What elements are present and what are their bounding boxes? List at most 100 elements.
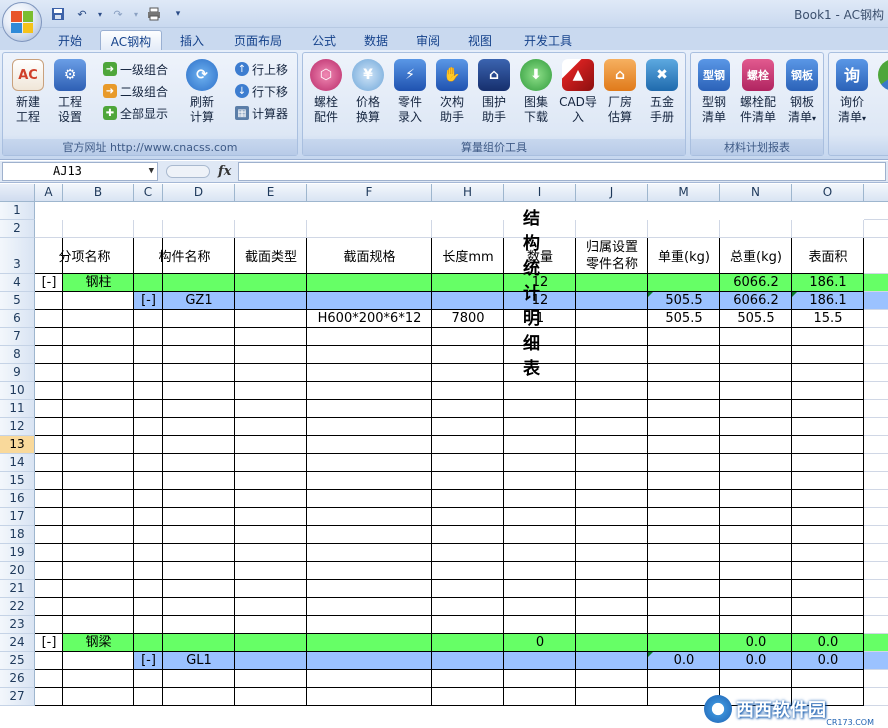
cell[interactable]	[792, 598, 864, 616]
cell[interactable]	[864, 400, 888, 418]
cell[interactable]	[63, 598, 134, 616]
cell[interactable]	[307, 670, 432, 688]
cell[interactable]	[307, 328, 432, 346]
cell[interactable]	[720, 670, 792, 688]
cell[interactable]	[235, 220, 307, 238]
row-header-1[interactable]: 1	[0, 202, 35, 220]
cell[interactable]	[134, 616, 163, 634]
column-header-A[interactable]: A	[35, 184, 63, 202]
cell[interactable]	[576, 274, 648, 292]
column-header-M[interactable]: M	[648, 184, 720, 202]
cell[interactable]	[134, 598, 163, 616]
cell[interactable]	[163, 508, 235, 526]
print-icon[interactable]	[144, 5, 164, 23]
cell[interactable]	[134, 436, 163, 454]
cell[interactable]	[720, 490, 792, 508]
row-header-27[interactable]: 27	[0, 688, 35, 706]
cell[interactable]	[307, 400, 432, 418]
cell[interactable]	[864, 472, 888, 490]
cell[interactable]	[648, 490, 720, 508]
select-all-corner[interactable]	[0, 184, 35, 202]
cell[interactable]	[63, 670, 134, 688]
cell[interactable]	[864, 616, 888, 634]
cell[interactable]	[864, 544, 888, 562]
cell[interactable]	[864, 292, 888, 310]
cell[interactable]	[504, 490, 576, 508]
cell[interactable]	[235, 292, 307, 310]
cell[interactable]	[504, 508, 576, 526]
column-header-F[interactable]: F	[307, 184, 432, 202]
cell[interactable]	[504, 688, 576, 706]
cell[interactable]	[720, 598, 792, 616]
cell[interactable]	[576, 652, 648, 670]
cell[interactable]	[235, 418, 307, 436]
calculator-button[interactable]: ▦ 计算器	[235, 103, 288, 123]
cell[interactable]	[432, 436, 504, 454]
cell[interactable]	[432, 616, 504, 634]
cell[interactable]	[864, 526, 888, 544]
cell[interactable]	[63, 364, 134, 382]
column-header-C[interactable]: C	[134, 184, 163, 202]
cell[interactable]	[648, 598, 720, 616]
cell[interactable]	[864, 346, 888, 364]
new-project-button[interactable]: AC 新建 工程	[7, 59, 49, 125]
cell[interactable]	[648, 418, 720, 436]
inquiry-list-button[interactable]: 询 询价 清单▾	[831, 59, 873, 126]
cell[interactable]	[432, 292, 504, 310]
cell[interactable]	[307, 598, 432, 616]
cell[interactable]	[35, 562, 63, 580]
cell[interactable]	[432, 634, 504, 652]
cell[interactable]	[235, 310, 307, 328]
cell[interactable]	[792, 472, 864, 490]
cell[interactable]	[432, 598, 504, 616]
cell[interactable]	[648, 274, 720, 292]
bolt-parts-list-button[interactable]: 螺栓 螺栓配 件清单	[735, 59, 781, 125]
cell[interactable]	[864, 328, 888, 346]
cell[interactable]	[720, 544, 792, 562]
cell[interactable]	[134, 310, 163, 328]
cell[interactable]	[235, 382, 307, 400]
cell[interactable]	[648, 580, 720, 598]
cell[interactable]	[35, 616, 63, 634]
tab-ac-steel[interactable]: AC钢构	[100, 30, 162, 50]
cell[interactable]	[576, 544, 648, 562]
cell[interactable]	[792, 508, 864, 526]
cell[interactable]	[307, 652, 432, 670]
cell[interactable]	[864, 220, 888, 238]
cell[interactable]	[720, 454, 792, 472]
cell[interactable]	[307, 688, 432, 706]
cell[interactable]	[792, 454, 864, 472]
cell[interactable]	[720, 364, 792, 382]
cell[interactable]	[432, 400, 504, 418]
cell[interactable]	[35, 472, 63, 490]
cell[interactable]	[720, 400, 792, 418]
cell[interactable]	[792, 418, 864, 436]
cell[interactable]	[307, 364, 432, 382]
cell[interactable]	[235, 472, 307, 490]
cell[interactable]	[432, 544, 504, 562]
cell[interactable]	[35, 400, 63, 418]
cell[interactable]	[504, 562, 576, 580]
cell[interactable]	[163, 310, 235, 328]
cell[interactable]	[720, 382, 792, 400]
cell[interactable]	[134, 454, 163, 472]
row-header-14[interactable]: 14	[0, 454, 35, 472]
row-header-3[interactable]: 3	[0, 238, 35, 274]
cell[interactable]	[63, 346, 134, 364]
office-button[interactable]	[2, 2, 42, 42]
formula-input[interactable]	[238, 162, 886, 181]
cell[interactable]	[792, 436, 864, 454]
cell[interactable]	[134, 274, 163, 292]
cell[interactable]	[792, 670, 864, 688]
cell[interactable]	[648, 670, 720, 688]
cell[interactable]	[35, 436, 63, 454]
bolt-fittings-button[interactable]: ⬡ 螺栓 配件	[305, 59, 347, 125]
name-box[interactable]: AJ13 ▼	[2, 162, 158, 181]
cell[interactable]	[235, 652, 307, 670]
column-header-O[interactable]: O	[792, 184, 864, 202]
cell[interactable]	[235, 562, 307, 580]
cell[interactable]	[576, 328, 648, 346]
cell[interactable]	[235, 274, 307, 292]
cell[interactable]	[235, 616, 307, 634]
row-header-25[interactable]: 25	[0, 652, 35, 670]
